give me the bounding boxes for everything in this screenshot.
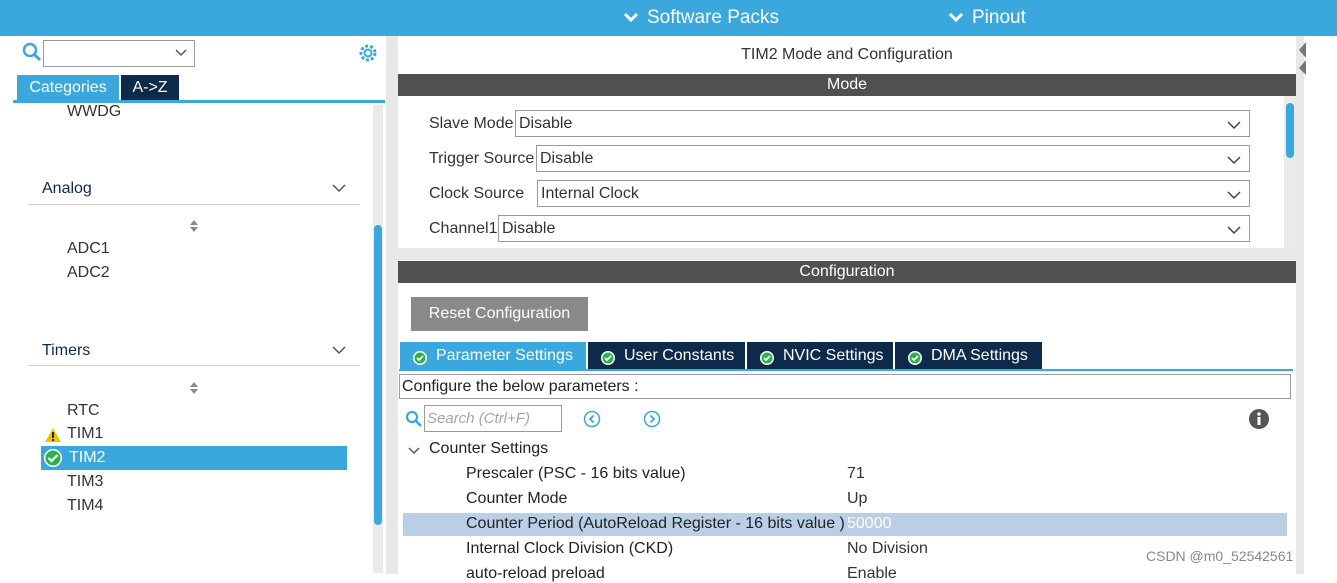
- list-item-rtc[interactable]: RTC: [67, 402, 100, 420]
- trigger-source-select[interactable]: Disable: [536, 145, 1250, 172]
- info-icon[interactable]: [1248, 408, 1270, 435]
- chevron-down-icon[interactable]: [407, 444, 421, 462]
- list-item-tim2[interactable]: TIM2: [69, 449, 105, 467]
- channel1-label: Channel1: [429, 220, 498, 237]
- chevron-down-icon: [1226, 115, 1242, 140]
- mode-scrollbar-thumb[interactable]: [1286, 103, 1294, 158]
- search-icon[interactable]: [22, 42, 42, 67]
- group-divider: [28, 365, 360, 366]
- sort-icon[interactable]: [189, 219, 199, 238]
- clock-source-label: Clock Source: [429, 185, 525, 202]
- chevron-down-icon[interactable]: [331, 343, 347, 361]
- left-panel: [0, 36, 390, 574]
- reset-configuration-button[interactable]: Reset Configuration: [411, 297, 588, 331]
- param-label-auto-reload: auto-reload preload: [466, 565, 605, 582]
- chevron-down-icon: [1226, 150, 1242, 175]
- group-timers[interactable]: Timers: [42, 342, 90, 360]
- counter-settings-group[interactable]: Counter Settings: [429, 440, 548, 458]
- gear-icon[interactable]: [357, 42, 379, 69]
- list-item-tim4[interactable]: TIM4: [67, 497, 103, 515]
- chevron-down-icon: [1226, 185, 1242, 210]
- chevron-down-icon: [623, 0, 639, 36]
- configure-hint: Configure the below parameters :: [399, 374, 1291, 399]
- next-icon[interactable]: [643, 410, 661, 433]
- param-value-clock-division[interactable]: No Division: [847, 540, 928, 558]
- chevron-down-icon[interactable]: [331, 181, 347, 199]
- chevron-down-icon: [174, 45, 188, 64]
- page-title: TIM2 Mode and Configuration: [741, 46, 953, 63]
- tab-dma-settings[interactable]: DMA Settings: [895, 342, 1042, 369]
- list-item-adc2[interactable]: ADC2: [67, 264, 110, 282]
- search-combo[interactable]: [43, 40, 195, 67]
- clock-source-select[interactable]: Internal Clock: [537, 180, 1250, 207]
- configuration-header: Configuration: [398, 261, 1296, 283]
- chevron-down-icon: [1226, 220, 1242, 245]
- search-icon[interactable]: [405, 410, 423, 433]
- warning-icon: [44, 427, 62, 448]
- tab-parameter-settings[interactable]: Parameter Settings: [400, 342, 586, 369]
- right-gutter: [1296, 36, 1304, 574]
- left-scrollbar-thumb[interactable]: [374, 225, 382, 525]
- list-item-wwdg[interactable]: WWDG: [67, 103, 121, 121]
- trigger-source-label: Trigger Source: [429, 150, 535, 167]
- group-analog[interactable]: Analog: [42, 180, 92, 198]
- param-label-counter-period: Counter Period (AutoReload Register - 16…: [466, 515, 845, 532]
- pinout-menu[interactable]: Pinout: [948, 0, 1026, 36]
- tab-user-constants[interactable]: User Constants: [588, 342, 745, 369]
- list-item-tim1[interactable]: TIM1: [67, 425, 103, 443]
- previous-icon[interactable]: [583, 410, 601, 433]
- panel-splitter[interactable]: [386, 36, 398, 574]
- list-item-adc1[interactable]: ADC1: [67, 240, 110, 258]
- tab-categories[interactable]: Categories: [17, 75, 119, 100]
- param-value-prescaler[interactable]: 71: [847, 465, 865, 483]
- tab-underline: [399, 369, 1293, 371]
- collapse-arrow-icon[interactable]: [1297, 40, 1307, 81]
- list-item-tim3[interactable]: TIM3: [67, 473, 103, 491]
- parameter-search-input[interactable]: Search (Ctrl+F): [424, 405, 562, 432]
- group-divider: [28, 204, 360, 205]
- sort-icon[interactable]: [189, 381, 199, 400]
- section-splitter[interactable]: [398, 248, 1296, 260]
- param-label-clock-division: Internal Clock Division (CKD): [466, 540, 674, 557]
- tab-a-z[interactable]: A->Z: [121, 75, 179, 100]
- check-circle-icon: [43, 448, 63, 473]
- param-value-counter-period[interactable]: 50000: [847, 515, 892, 533]
- slave-mode-label: Slave Mode: [429, 115, 514, 132]
- slave-mode-select[interactable]: Disable: [515, 110, 1250, 137]
- watermark: CSDN @m0_52542561: [1146, 548, 1294, 564]
- mode-header: Mode: [398, 74, 1296, 96]
- param-label-prescaler: Prescaler (PSC - 16 bits value): [466, 465, 686, 482]
- tab-nvic-settings[interactable]: NVIC Settings: [747, 342, 893, 369]
- param-value-auto-reload[interactable]: Enable: [847, 565, 897, 583]
- channel1-select[interactable]: Disable: [498, 215, 1250, 242]
- software-packs-menu[interactable]: Software Packs: [623, 0, 779, 36]
- chevron-down-icon: [948, 0, 964, 36]
- param-label-counter-mode: Counter Mode: [466, 490, 568, 507]
- param-value-counter-mode[interactable]: Up: [847, 490, 867, 508]
